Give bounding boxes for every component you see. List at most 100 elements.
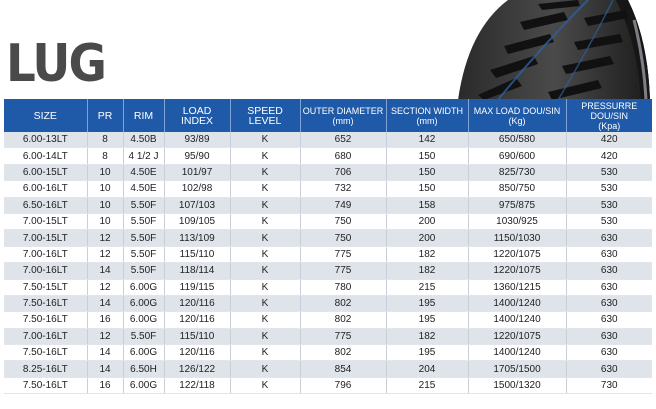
table-row: 7.00-16LT 12 5.50F 115/110 K 775 182 1220/1075 6… [4,328,652,346]
table-cell: 1705/1500 [468,360,567,378]
table-cell: 195 [386,344,469,362]
column-header: SPEED LEVEL [230,99,301,132]
table-cell: 1500/1320 [468,377,567,395]
table-cell: 530 [566,164,652,182]
table-cell: 12 [87,246,124,264]
table-cell: 5.50F [123,246,165,264]
table-cell: 5.50F [123,262,165,280]
table-cell: 530 [566,213,652,231]
table-cell: 120/116 [164,344,231,362]
table-cell: 630 [566,295,652,313]
table-cell: 6.50-16LT [4,197,88,214]
table-row: 6.00-13LT 8 4.50B 93/89 K 652 142 650/580 420 [4,132,652,149]
table-cell: 8.25-16LT [4,360,88,378]
table-cell: 10 [87,197,124,214]
table-cell: 118/114 [164,262,231,280]
table-cell: 749 [300,197,387,214]
column-header: RIM [123,99,165,132]
table-cell: 630 [566,246,652,264]
table-cell: 4.50B [123,132,165,149]
table-cell: K [230,164,301,182]
table-cell: K [230,197,301,214]
table-cell: 706 [300,164,387,182]
table-row: 7.00-15LT 10 5.50F 109/105 K 750 200 1030/925 53… [4,213,652,231]
table-cell: 6.00-13LT [4,132,88,149]
table-cell: 1220/1075 [468,246,567,264]
table-cell: 12 [87,328,124,346]
table-cell: 150 [386,164,469,182]
table-row: 6.00-16LT 10 4.50E 102/98 K 732 150 850/750 530 [4,180,652,198]
table-cell: 109/105 [164,213,231,231]
table-cell: 150 [386,180,469,198]
table-cell: 10 [87,164,124,182]
table-cell: 630 [566,311,652,329]
table-cell: 150 [386,147,469,165]
table-cell: 126/122 [164,360,231,378]
table-cell: 215 [386,377,469,395]
table-cell: 95/90 [164,147,231,165]
table-cell: 7.50-16LT [4,311,88,329]
table-cell: 115/110 [164,328,231,346]
table-row: 6.50-16LT 10 5.50F 107/103 K 749 158 975/875 530 [4,197,652,214]
table-cell: 6.00G [123,279,165,296]
table-cell: 750 [300,213,387,231]
table-cell: 200 [386,229,469,247]
table-cell: 1220/1075 [468,328,567,346]
table-cell: 420 [566,132,652,149]
tire-tread-icon [458,0,650,100]
table-cell: 630 [566,279,652,296]
table-cell: 854 [300,360,387,378]
table-cell: 182 [386,246,469,264]
table-cell: 530 [566,197,652,214]
table-cell: 120/116 [164,295,231,313]
table-cell: 200 [386,213,469,231]
table-cell: 14 [87,344,124,362]
table-cell: K [230,279,301,296]
table-cell: 1030/925 [468,213,567,231]
table-cell: 630 [566,360,652,378]
table-cell: 780 [300,279,387,296]
table-cell: 158 [386,197,469,214]
table-row: 7.50-15LT 12 6.00G 119/115 K 780 215 1360/1215 6… [4,279,652,296]
table-row: 7.00-16LT 14 5.50F 118/114 K 775 182 1220/1075 6… [4,262,652,280]
table-row: 7.50-16LT 16 6.00G 120/116 K 802 195 1400/1240 6… [4,311,652,329]
table-cell: 732 [300,180,387,198]
column-header: SIZE [4,99,88,132]
table-cell: 7.50-16LT [4,377,88,395]
table-cell: 7.50-16LT [4,295,88,313]
table-cell: 5.50F [123,229,165,247]
column-header: PR [87,99,124,132]
table-cell: 775 [300,246,387,264]
table-row: 6.00-14LT 8 4 1/2 J 95/90 K 680 150 690/600 420 [4,147,652,165]
table-cell: 115/110 [164,246,231,264]
table-cell: K [230,377,301,395]
table-cell: K [230,229,301,247]
table-cell: 650/580 [468,132,567,149]
table-cell: 1400/1240 [468,295,567,313]
table-cell: 7.50-15LT [4,279,88,296]
table-cell: 730 [566,377,652,395]
table-cell: 630 [566,262,652,280]
table-cell: 10 [87,180,124,198]
table-cell: 122/118 [164,377,231,395]
table-cell: 6.00-15LT [4,164,88,182]
table-row: 8.25-16LT 14 6.50H 126/122 K 854 204 1705/1500 6… [4,360,652,378]
table-cell: 7.00-16LT [4,328,88,346]
column-header: OUTER DIAMETER (mm) [300,99,387,132]
table-cell: 5.50F [123,213,165,231]
table-cell: 195 [386,295,469,313]
table-cell: K [230,295,301,313]
table-cell: 16 [87,377,124,395]
table-cell: K [230,311,301,329]
table-cell: 182 [386,262,469,280]
table-cell: 102/98 [164,180,231,198]
table-cell: 142 [386,132,469,149]
page-title: LUG [6,34,107,94]
table-cell: 5.50F [123,328,165,346]
table-cell: 93/89 [164,132,231,149]
table-cell: 6.00-16LT [4,180,88,198]
table-row: 6.00-15LT 10 4.50E 101/97 K 706 150 825/730 530 [4,164,652,182]
table-cell: 630 [566,328,652,346]
table-row: 7.00-16LT 12 5.50F 115/110 K 775 182 1220/1075 6… [4,246,652,264]
table-cell: 101/97 [164,164,231,182]
